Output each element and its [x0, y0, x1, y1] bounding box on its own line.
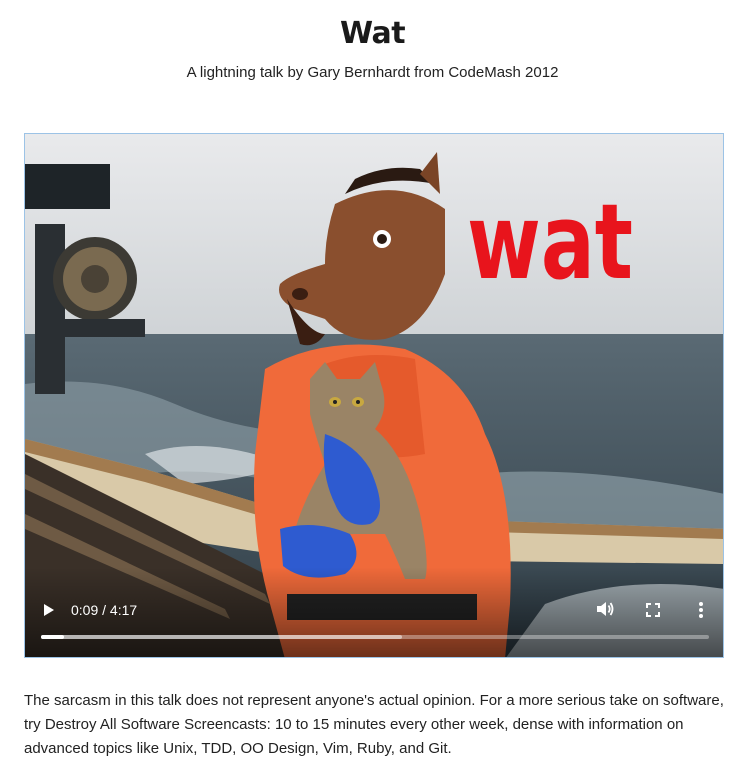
time-display: 0:09 / 4:17	[71, 602, 138, 618]
more-options-icon	[699, 602, 703, 618]
page-subtitle: A lightning talk by Gary Bernhardt from …	[186, 64, 559, 81]
volume-icon	[597, 602, 614, 616]
fullscreen-icon	[646, 603, 660, 617]
play-button[interactable]	[41, 602, 57, 618]
wat-overlay-text: wat	[465, 181, 635, 303]
page-title: Wat	[339, 16, 406, 51]
destroy-all-software-link[interactable]: Destroy All Software Screencasts	[45, 716, 267, 733]
volume-button[interactable]	[595, 600, 615, 618]
more-options-button[interactable]	[693, 600, 709, 620]
talk-description: The sarcasm in this talk does not repres…	[24, 689, 724, 761]
video-player[interactable]: wat 0:09 / 4:17	[24, 133, 724, 658]
fullscreen-button[interactable]	[645, 602, 661, 618]
svg-text:wat: wat	[467, 182, 633, 292]
play-icon	[44, 604, 54, 616]
buffered-bar	[41, 635, 402, 639]
progress-bar[interactable]	[41, 635, 709, 639]
played-bar	[41, 635, 65, 639]
